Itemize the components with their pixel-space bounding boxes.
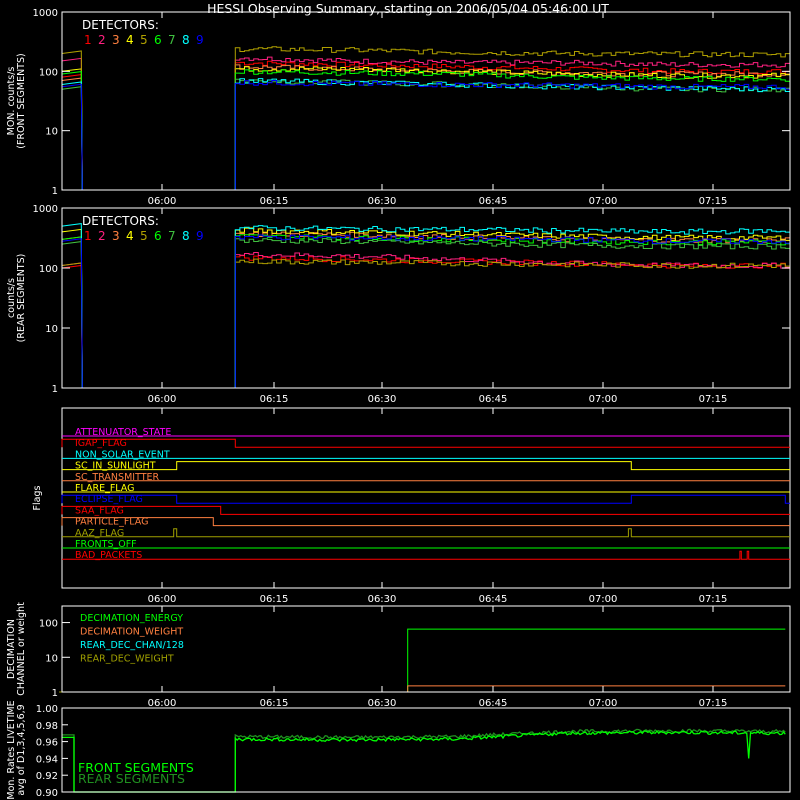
rear-legend-detector-7: 7	[168, 229, 176, 243]
figure-title: HESSI Observing Summary, starting on 200…	[207, 1, 609, 16]
flags-xtick-label: 06:15	[260, 594, 289, 605]
front-legend-detector-8: 8	[182, 33, 190, 47]
front-xtick-label: 06:45	[479, 196, 508, 207]
front-ytick-label: 100	[39, 67, 58, 78]
rear-xtick-label: 06:30	[368, 394, 397, 405]
decimation-xtick-label: 07:15	[699, 698, 728, 709]
rear-legend-detector-4: 4	[126, 229, 134, 243]
livetime-legend-rear-segments: REAR SEGMENTS	[78, 771, 185, 786]
rear-ytick-label: 1000	[33, 204, 58, 215]
rear-legend-detector-2: 2	[98, 229, 106, 243]
flag-label-particle_flag: PARTICLE_FLAG	[75, 517, 148, 528]
rear-xtick-label: 06:00	[148, 394, 177, 405]
front-ytick-label: 1	[52, 186, 58, 197]
front-xtick-label: 06:30	[368, 196, 397, 207]
decimation-xtick-label: 06:30	[368, 698, 397, 709]
rear-xtick-label: 06:45	[479, 394, 508, 405]
front-xtick-label: 06:15	[260, 196, 289, 207]
flag-label-igap_flag: IGAP_FLAG	[75, 438, 127, 449]
rear-legend-detector-5: 5	[140, 229, 148, 243]
rear-xtick-label: 07:15	[699, 394, 728, 405]
decimation-ylabel: CHANNEL or weight	[16, 602, 27, 696]
flag-label-saa_flag: SAA_FLAG	[75, 505, 124, 516]
rear-xtick-label: 07:00	[589, 394, 618, 405]
flags-xtick-label: 07:15	[699, 594, 728, 605]
livetime-ytick-label: 0.98	[36, 721, 58, 732]
decimation-ytick-label: 100	[39, 619, 58, 630]
rear-ylabel: (REAR SEGMENTS)	[16, 254, 27, 343]
front-legend-detector-7: 7	[168, 33, 176, 47]
decimation-legend-decimation-energy: DECIMATION_ENERGY	[80, 613, 183, 624]
livetime-ytick-label: 1.00	[36, 704, 58, 715]
livetime-ylabel: avg of D1,3,4,5,6,9	[16, 704, 27, 795]
front-legend-detector-2: 2	[98, 33, 106, 47]
front-legend-detector-4: 4	[126, 33, 134, 47]
livetime-ytick-label: 0.94	[36, 754, 58, 765]
front-legend-detector-9: 9	[196, 33, 204, 47]
front-legend-detector-3: 3	[112, 33, 120, 47]
front-ytick-label: 1000	[33, 8, 58, 19]
front-legend-detector-5: 5	[140, 33, 148, 47]
rear-xtick-label: 06:15	[260, 394, 289, 405]
rear-legend-detector-6: 6	[154, 229, 162, 243]
rear-legend-detector-8: 8	[182, 229, 190, 243]
rear-legend-title: DETECTORS:	[82, 214, 159, 228]
front-xtick-label: 07:15	[699, 196, 728, 207]
decimation-xtick-label: 06:00	[148, 698, 177, 709]
decimation-legend-rear-dec-weight: REAR_DEC_WEIGHT	[80, 654, 174, 665]
flags-xtick-label: 06:45	[479, 594, 508, 605]
flag-label-eclipse_flag: ECLIPSE_FLAG	[75, 494, 143, 505]
flags-xtick-label: 06:00	[148, 594, 177, 605]
flags-ylabel: Flags	[32, 485, 43, 510]
decimation-xtick-label: 06:15	[260, 698, 289, 709]
decimation-legend-rear-dec-chan-128: REAR_DEC_CHAN/128	[80, 640, 184, 651]
hessi-summary-figure: HESSI Observing Summary, starting on 200…	[0, 0, 800, 800]
rear-ytick-label: 100	[39, 264, 58, 275]
front-legend-title: DETECTORS:	[82, 18, 159, 32]
rear-legend-detector-3: 3	[112, 229, 120, 243]
livetime-ytick-label: 0.92	[36, 771, 58, 782]
decimation-xtick-label: 07:00	[589, 698, 618, 709]
rear-ytick-label: 10	[45, 324, 58, 335]
livetime-ytick-label: 0.96	[36, 738, 58, 749]
front-xtick-label: 06:00	[148, 196, 177, 207]
decimation-legend-decimation-weight: DECIMATION_WEIGHT	[80, 627, 183, 638]
front-ylabel: (FRONT SEGMENTS)	[16, 53, 27, 148]
background	[0, 0, 800, 800]
decimation-xtick-label: 06:45	[479, 698, 508, 709]
livetime-ytick-label: 0.90	[36, 788, 58, 799]
front-legend-detector-1: 1	[84, 33, 92, 47]
flags-xtick-label: 07:00	[589, 594, 618, 605]
flags-xtick-label: 06:30	[368, 594, 397, 605]
front-xtick-label: 07:00	[589, 196, 618, 207]
decimation-ytick-label: 10	[45, 653, 58, 664]
front-ytick-label: 10	[45, 127, 58, 138]
rear-legend-detector-1: 1	[84, 229, 92, 243]
rear-ytick-label: 1	[52, 384, 58, 395]
decimation-ytick-label: 1	[52, 688, 58, 699]
front-legend-detector-6: 6	[154, 33, 162, 47]
rear-legend-detector-9: 9	[196, 229, 204, 243]
